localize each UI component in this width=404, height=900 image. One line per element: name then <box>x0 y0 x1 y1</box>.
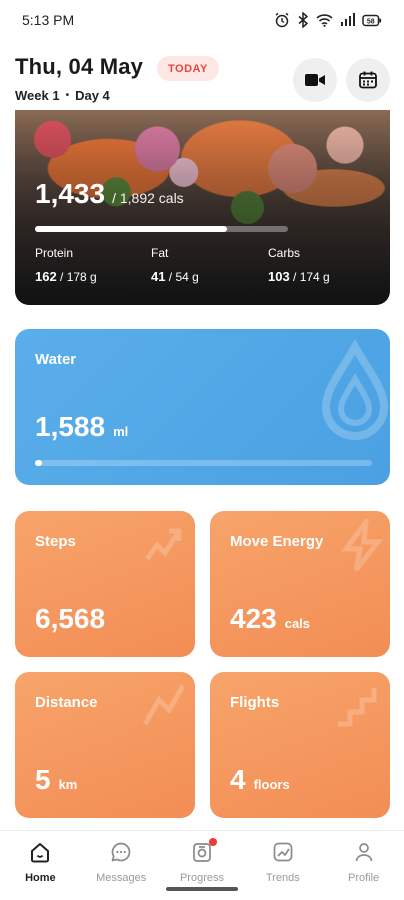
stairs-icon <box>338 688 377 727</box>
water-card[interactable]: Water 1,588 ml <box>15 329 390 485</box>
calories-progress-fill <box>35 226 227 232</box>
calories-progress-bar <box>35 226 288 232</box>
day-label: Day 4 <box>75 88 110 103</box>
steps-value: 6,568 <box>35 603 106 634</box>
calendar-icon <box>359 71 377 89</box>
move-energy-label: Move Energy <box>230 533 324 550</box>
macro-protein: Protein 162 / 178 g <box>35 246 97 284</box>
nav-label: Messages <box>96 872 147 884</box>
home-icon <box>29 840 51 864</box>
week-label: Week 1 <box>15 88 60 103</box>
battery-icon: 58 <box>362 14 382 26</box>
signal-icon <box>341 13 355 26</box>
macro-value: 162 / 178 g <box>35 269 97 284</box>
profile-icon <box>353 840 375 864</box>
nav-label: Home <box>25 872 56 884</box>
water-progress-fill <box>35 460 42 466</box>
calories-card[interactable]: 1,433 / 1,892 cals Protein 162 / 178 g F… <box>15 110 390 305</box>
nav-messages[interactable]: Messages <box>81 831 162 900</box>
distance-value: 5 km <box>35 764 78 795</box>
flights-label: Flights <box>230 694 280 711</box>
video-camera-icon <box>305 74 325 86</box>
calendar-button[interactable] <box>346 58 390 102</box>
distance-card[interactable]: Distance 5 km <box>15 672 195 818</box>
steps-card[interactable]: Steps 6,568 <box>15 511 195 657</box>
move-energy-value: 423 cals <box>230 603 311 634</box>
route-icon <box>142 684 186 726</box>
nav-label: Progress <box>179 872 224 884</box>
wifi-icon <box>316 14 333 27</box>
calories-summary: 1,433 / 1,892 cals <box>35 178 184 210</box>
flights-card[interactable]: Flights 4 floors <box>210 672 390 818</box>
status-bar: 5:13 PM 58 <box>0 0 404 40</box>
flights-value: 4 floors <box>230 764 290 795</box>
home-indicator <box>166 887 238 891</box>
macro-label: Fat <box>151 246 169 260</box>
steps-label: Steps <box>35 533 76 550</box>
macro-label: Protein <box>35 246 74 260</box>
notification-dot <box>208 838 217 846</box>
chat-icon <box>110 840 132 864</box>
water-value: 1,588 ml <box>35 411 129 442</box>
water-drop-icon <box>321 339 389 440</box>
today-badge[interactable]: TODAY <box>157 56 219 81</box>
separator-dot: • <box>65 90 70 101</box>
header: Thu, 04 May TODAY Week 1 • Day 4 <box>15 52 390 104</box>
page-title[interactable]: Thu, 04 May <box>15 54 143 80</box>
calories-target: / 1,892 cals <box>112 190 184 206</box>
alarm-icon <box>275 12 289 28</box>
week-day-line: Week 1 • Day 4 <box>15 88 110 103</box>
nav-trends[interactable]: Trends <box>242 831 323 900</box>
calories-consumed: 1,433 <box>35 178 106 209</box>
nav-label: Trends <box>265 872 300 884</box>
nav-home[interactable]: Home <box>0 831 81 900</box>
nav-label: Profile <box>347 872 380 884</box>
lightning-icon <box>341 519 384 572</box>
video-button[interactable] <box>293 58 337 102</box>
macro-carbs: Carbs 103 / 174 g <box>268 246 330 284</box>
nav-profile[interactable]: Profile <box>323 831 404 900</box>
macro-value: 103 / 174 g <box>268 269 330 284</box>
bluetooth-icon <box>298 12 309 28</box>
distance-label: Distance <box>35 694 98 711</box>
steps-icon <box>144 528 182 561</box>
water-label: Water <box>35 351 77 368</box>
water-progress-bar <box>35 460 372 466</box>
macro-label: Carbs <box>268 246 301 260</box>
macro-fat: Fat 41 / 54 g <box>151 246 199 284</box>
macro-value: 41 / 54 g <box>151 269 199 284</box>
battery-level: 58 <box>367 18 375 25</box>
status-time: 5:13 PM <box>22 12 75 28</box>
status-icons: 58 <box>274 12 382 28</box>
move-energy-card[interactable]: Move Energy 423 cals <box>210 511 390 657</box>
progress-camera-icon <box>191 838 217 864</box>
trends-icon <box>272 840 294 864</box>
